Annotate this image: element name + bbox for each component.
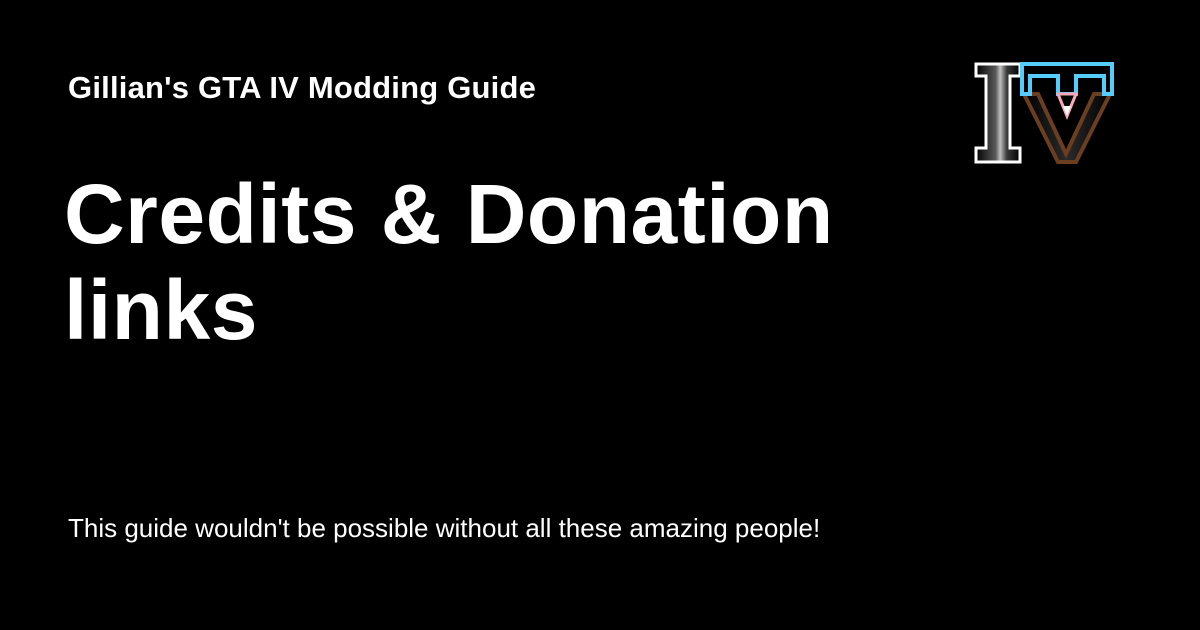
social-card: Gillian's GTA IV Modding Guide Credits &… [0, 0, 1200, 630]
site-title: Gillian's GTA IV Modding Guide [68, 70, 537, 105]
logo-letter-t [1020, 62, 1114, 96]
page-description: This guide wouldn't be possible without … [68, 513, 821, 543]
page-title: Credits & Donation links [64, 167, 834, 357]
gta-iv-logo-icon [972, 60, 1118, 166]
logo-letter-i [974, 62, 1022, 164]
